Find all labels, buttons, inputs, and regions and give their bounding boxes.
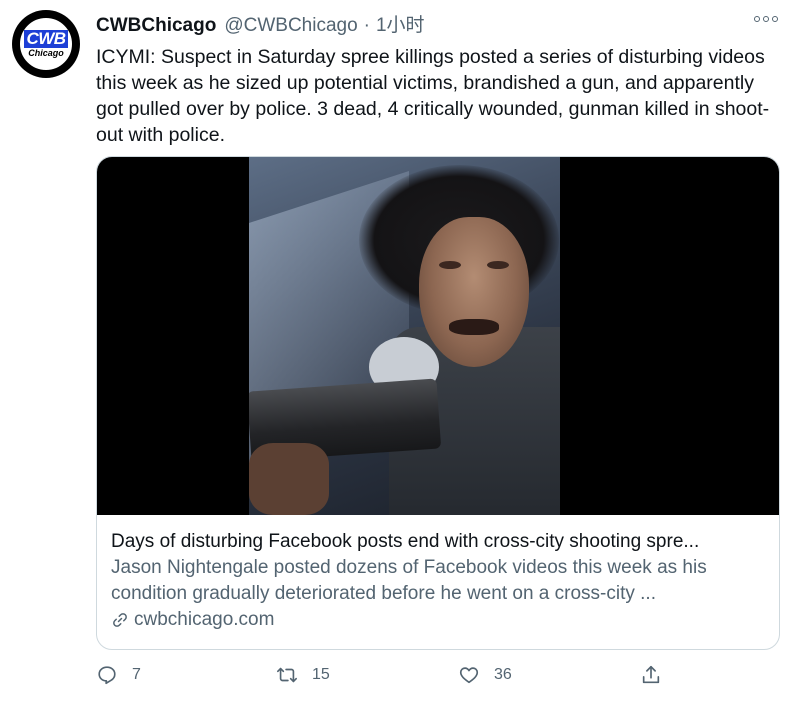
user-handle[interactable]: @CWBChicago bbox=[224, 15, 357, 37]
tweet[interactable]: CWB Chicago CWBChicago @CWBChicago · 1小时… bbox=[0, 0, 800, 709]
header-separator: · bbox=[363, 15, 370, 36]
like-button[interactable]: 36 bbox=[458, 664, 512, 686]
avatar[interactable]: CWB Chicago bbox=[12, 10, 80, 78]
retweet-icon bbox=[277, 667, 297, 683]
tweet-text: ICYMI: Suspect in Saturday spree killing… bbox=[96, 46, 770, 146]
display-name[interactable]: CWBChicago bbox=[96, 15, 216, 37]
link-icon bbox=[113, 613, 127, 627]
card-domain: cwbchicago.com bbox=[134, 609, 275, 630]
share-icon bbox=[642, 665, 660, 684]
avatar-logo-line2: Chicago bbox=[28, 48, 64, 58]
tweet-header: CWBChicago @CWBChicago · 1小时 bbox=[96, 10, 425, 38]
reply-icon bbox=[98, 666, 116, 685]
avatar-logo-line1: CWB bbox=[24, 29, 68, 48]
tweet-actions: 7 15 36 bbox=[96, 664, 686, 694]
card-description: Jason Nightengale posted dozens of Faceb… bbox=[111, 557, 707, 604]
heart-icon bbox=[459, 667, 479, 684]
reply-button[interactable]: 7 bbox=[96, 664, 141, 686]
avatar-logo: CWB Chicago bbox=[18, 16, 74, 72]
reply-count: 7 bbox=[132, 666, 141, 683]
card-image bbox=[249, 157, 560, 515]
retweet-count: 15 bbox=[312, 666, 330, 683]
link-card[interactable]: Days of disturbing Facebook posts end wi… bbox=[96, 156, 780, 650]
share-button[interactable] bbox=[640, 664, 662, 686]
card-meta[interactable]: Days of disturbing Facebook posts end wi… bbox=[97, 515, 779, 649]
more-options-icon[interactable] bbox=[754, 16, 778, 22]
retweet-button[interactable]: 15 bbox=[276, 664, 330, 686]
card-title: Days of disturbing Facebook posts end wi… bbox=[111, 531, 700, 552]
like-count: 36 bbox=[494, 666, 512, 683]
tweet-timestamp[interactable]: 1小时 bbox=[376, 10, 425, 37]
card-media[interactable] bbox=[97, 157, 779, 515]
card-domain-row: cwbchicago.com bbox=[111, 607, 767, 633]
